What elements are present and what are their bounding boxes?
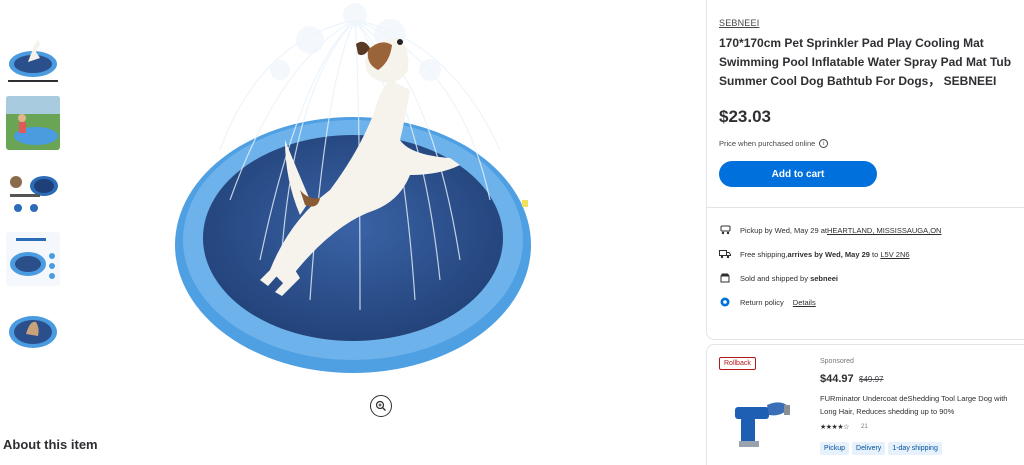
product-title: 170*170cm Pet Sprinkler Pad Play Cooling…: [719, 36, 1012, 88]
brand-link[interactable]: SEBNEEI: [719, 18, 1024, 28]
return-row: Return policy Details: [719, 290, 1024, 314]
card-was-price: $49.97: [859, 375, 884, 384]
product-info-panel: SEBNEEI 170*170cm Pet Sprinkler Pad Play…: [706, 0, 1024, 340]
thumbnail-1[interactable]: [6, 28, 60, 82]
pickup-icon: [719, 224, 731, 236]
return-label: Return policy: [740, 297, 784, 307]
thumbnail-5[interactable]: [6, 300, 60, 354]
card-title-link[interactable]: FURminator Undercoat deShedding Tool Lar…: [820, 392, 1024, 418]
sold-prefix: Sold and shipped by: [740, 273, 811, 283]
shipping-date: arrives by Wed, May 29: [787, 249, 870, 259]
zoom-in-icon: [375, 400, 386, 411]
rating-count: 21: [861, 424, 868, 430]
seller-row: Sold and shipped by sebneei: [719, 266, 1024, 290]
divider: [707, 207, 1024, 208]
pickup-location-link[interactable]: HEARTLAND, MISSISSAUGA,ON: [827, 226, 941, 235]
shipping-row: Free shipping, arrives by Wed, May 29 to…: [719, 242, 1024, 266]
sponsored-product-card[interactable]: Rollback Sponsored $44.97 $49.97 FURmina…: [706, 344, 1024, 465]
return-details-link[interactable]: Details: [793, 298, 816, 307]
tag-delivery: Delivery: [852, 442, 886, 455]
price-note-text: Price when purchased online: [719, 139, 816, 148]
truck-icon: [719, 248, 731, 260]
thumbnail-4[interactable]: [6, 232, 60, 286]
shipping-mid: to: [869, 249, 881, 259]
card-product-image[interactable]: [729, 397, 809, 452]
seller-name: sebneei: [810, 273, 838, 283]
thumbnail-2[interactable]: [6, 96, 60, 150]
card-price: $44.97: [820, 373, 854, 385]
main-product-image: [160, 0, 550, 385]
postal-code-link[interactable]: L5V 2N6: [880, 250, 909, 259]
add-to-cart-button[interactable]: Add to cart: [719, 161, 877, 187]
zoom-button[interactable]: [370, 395, 392, 417]
return-policy-icon: [719, 296, 731, 308]
thumbnail-list: [6, 28, 64, 368]
price-note: Price when purchased online i: [719, 139, 1024, 148]
thumbnail-3[interactable]: [6, 164, 60, 218]
sponsored-label: Sponsored: [820, 358, 854, 365]
about-heading: About this item: [3, 437, 98, 452]
info-icon[interactable]: i: [819, 139, 829, 148]
pickup-text: Pickup by Wed, May 29 at: [740, 225, 827, 235]
tag-shipping: 1-day shipping: [888, 442, 942, 455]
star-rating: ★★★★☆: [820, 424, 849, 431]
fulfillment-tags: Pickup Delivery 1-day shipping: [820, 442, 942, 455]
pickup-row: Pickup by Wed, May 29 at HEARTLAND, MISS…: [719, 218, 1024, 242]
shipping-prefix: Free shipping,: [740, 249, 788, 259]
tag-pickup: Pickup: [820, 442, 850, 455]
rollback-badge: Rollback: [719, 357, 756, 370]
product-price: $23.03: [719, 107, 771, 126]
store-icon: [719, 272, 731, 284]
